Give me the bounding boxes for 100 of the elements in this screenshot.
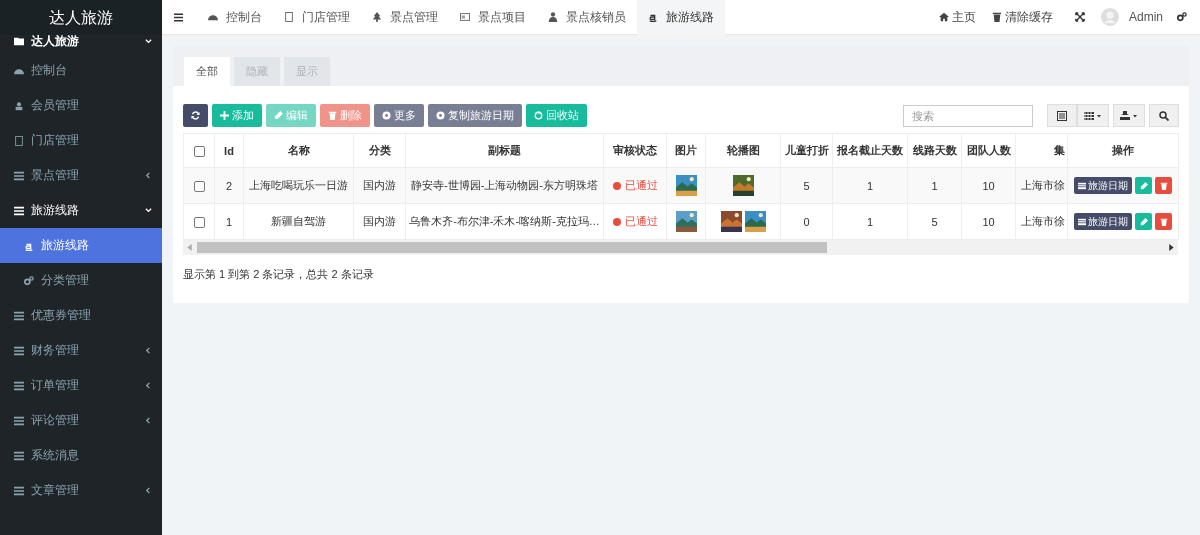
pencil-icon [274, 111, 283, 120]
search-button[interactable] [1149, 104, 1179, 127]
table-cell: 5 [931, 215, 938, 228]
horizontal-scrollbar[interactable] [183, 240, 1178, 255]
sidebar-item[interactable]: 评论管理 [0, 403, 162, 438]
table-cell: 1 [931, 179, 938, 192]
nav-tab[interactable]: 旅游线路 [637, 0, 725, 35]
column-header: 审核状态 [613, 144, 657, 156]
table-cell: 新疆自驾游 [271, 215, 326, 227]
table-cell: 上海市徐 [1021, 215, 1065, 227]
list-icon [14, 310, 24, 321]
table-cell: 1 [866, 215, 874, 228]
sidebar-item[interactable]: 门店管理 [0, 123, 162, 158]
status-label: 已通过 [624, 178, 658, 193]
list-icon [14, 380, 24, 391]
scroll-right-icon[interactable] [1168, 244, 1174, 251]
table-cell: 1 [225, 215, 233, 228]
table-cell: 2 [225, 179, 233, 192]
table-cell: 1 [866, 179, 874, 192]
trash-icon [1159, 217, 1168, 226]
sidebar-item[interactable]: 财务管理 [0, 333, 162, 368]
menu-icon[interactable] [174, 12, 183, 22]
fullscreen-icon[interactable] [1075, 12, 1085, 22]
nav-tab[interactable]: 景点管理 [361, 0, 449, 35]
column-header: 图片 [675, 144, 697, 156]
table-cell: 上海吃喝玩乐一日游 [249, 179, 348, 191]
nav-tab[interactable]: 控制台 [197, 0, 273, 35]
sidebar-item[interactable]: 优惠券管理 [0, 298, 162, 333]
select-all-checkbox[interactable] [193, 145, 205, 157]
travel-date-button[interactable]: 旅游日期 [1074, 213, 1132, 230]
delete-button[interactable] [1155, 213, 1172, 230]
column-header: 轮播图 [726, 144, 760, 156]
scrollbar-thumb[interactable] [197, 242, 827, 253]
document-icon [284, 12, 294, 22]
pencil-icon [1139, 181, 1148, 190]
status-label: 已通过 [624, 214, 658, 229]
row-checkbox[interactable] [193, 180, 205, 192]
toggle-view-button[interactable] [1047, 104, 1077, 127]
sidebar-item[interactable]: 文章管理 [0, 473, 162, 508]
sidebar-item[interactable]: 分类管理 [0, 263, 162, 298]
column-header: 儿童打折 [784, 144, 829, 156]
sidebar-item[interactable]: 旅游线路 [0, 193, 162, 228]
trash-icon [1159, 181, 1168, 190]
user-name[interactable]: Admin [1129, 10, 1163, 24]
sidebar-item[interactable]: 系统消息 [0, 438, 162, 473]
nav-tab[interactable]: 景点核销员 [537, 0, 637, 35]
sidebar-item[interactable]: 会员管理 [0, 88, 162, 123]
list-icon [14, 415, 24, 426]
trash-icon [328, 111, 337, 120]
table-cell: 5 [803, 179, 810, 192]
chevron-left-icon [145, 417, 152, 424]
sidebar-item[interactable]: 景点管理 [0, 158, 162, 193]
users-icon [14, 100, 24, 111]
table-cell: 国内游 [363, 215, 396, 227]
nav-tab[interactable]: 景点项目 [449, 0, 537, 35]
status-dot [612, 181, 621, 190]
recycle-icon [534, 111, 543, 120]
row-checkbox[interactable] [193, 216, 205, 228]
table-cell: 静安寺-世博园-上海动物园-东方明珠塔 [411, 179, 598, 191]
sidebar-item[interactable]: 旅游线路 [0, 228, 162, 263]
search-field[interactable]: 搜索 [903, 104, 1033, 127]
home-link[interactable]: 主页 [931, 8, 984, 26]
app-logo: 达人旅游 [0, 0, 162, 35]
table-cell: 国内游 [363, 179, 396, 191]
table-cell: 上海市徐 [1021, 179, 1065, 191]
filter-tab[interactable]: 全部 [184, 57, 230, 86]
more-button[interactable]: 更多 [374, 104, 424, 127]
table-cell: 乌鲁木齐-布尔津-禾木-喀纳斯-克拉玛… [409, 215, 600, 227]
gear-icon [382, 111, 391, 120]
gears-icon [24, 275, 34, 286]
tree-icon [372, 12, 382, 22]
sidebar-item[interactable]: 控制台 [0, 53, 162, 88]
export-button[interactable] [1113, 104, 1145, 127]
columns-button[interactable] [1077, 104, 1109, 127]
travel-date-button[interactable]: 旅游日期 [1074, 177, 1132, 194]
chevron-down-icon [145, 207, 152, 214]
column-header: Id [224, 144, 234, 157]
column-header: 名称 [287, 144, 310, 156]
chevron-left-icon [145, 382, 152, 389]
gear-icon [436, 111, 445, 120]
sidebar-item[interactable]: 订单管理 [0, 368, 162, 403]
column-header: 集 [1054, 144, 1065, 156]
column-header: 操作 [1112, 144, 1134, 156]
table-cell: 0 [803, 215, 810, 228]
table-cell: 10 [982, 179, 995, 192]
column-header: 分类 [368, 144, 391, 156]
document-icon [14, 135, 24, 146]
copy-button[interactable]: 复制旅游日期 [428, 104, 522, 127]
chevron-left-icon [145, 347, 152, 354]
list-icon [1078, 217, 1086, 226]
delete-button[interactable] [1155, 177, 1172, 194]
list-icon [1078, 181, 1086, 190]
gears-icon[interactable] [1177, 12, 1187, 22]
dashboard-icon [208, 12, 218, 22]
chevron-left-icon [145, 172, 152, 179]
refresh-button[interactable] [183, 104, 208, 127]
nav-tab[interactable]: 门店管理 [273, 0, 361, 35]
clear-cache-link[interactable]: 清除缓存 [984, 8, 1061, 26]
column-header: 团队人数 [966, 144, 1011, 156]
pencil-icon [1139, 217, 1148, 226]
